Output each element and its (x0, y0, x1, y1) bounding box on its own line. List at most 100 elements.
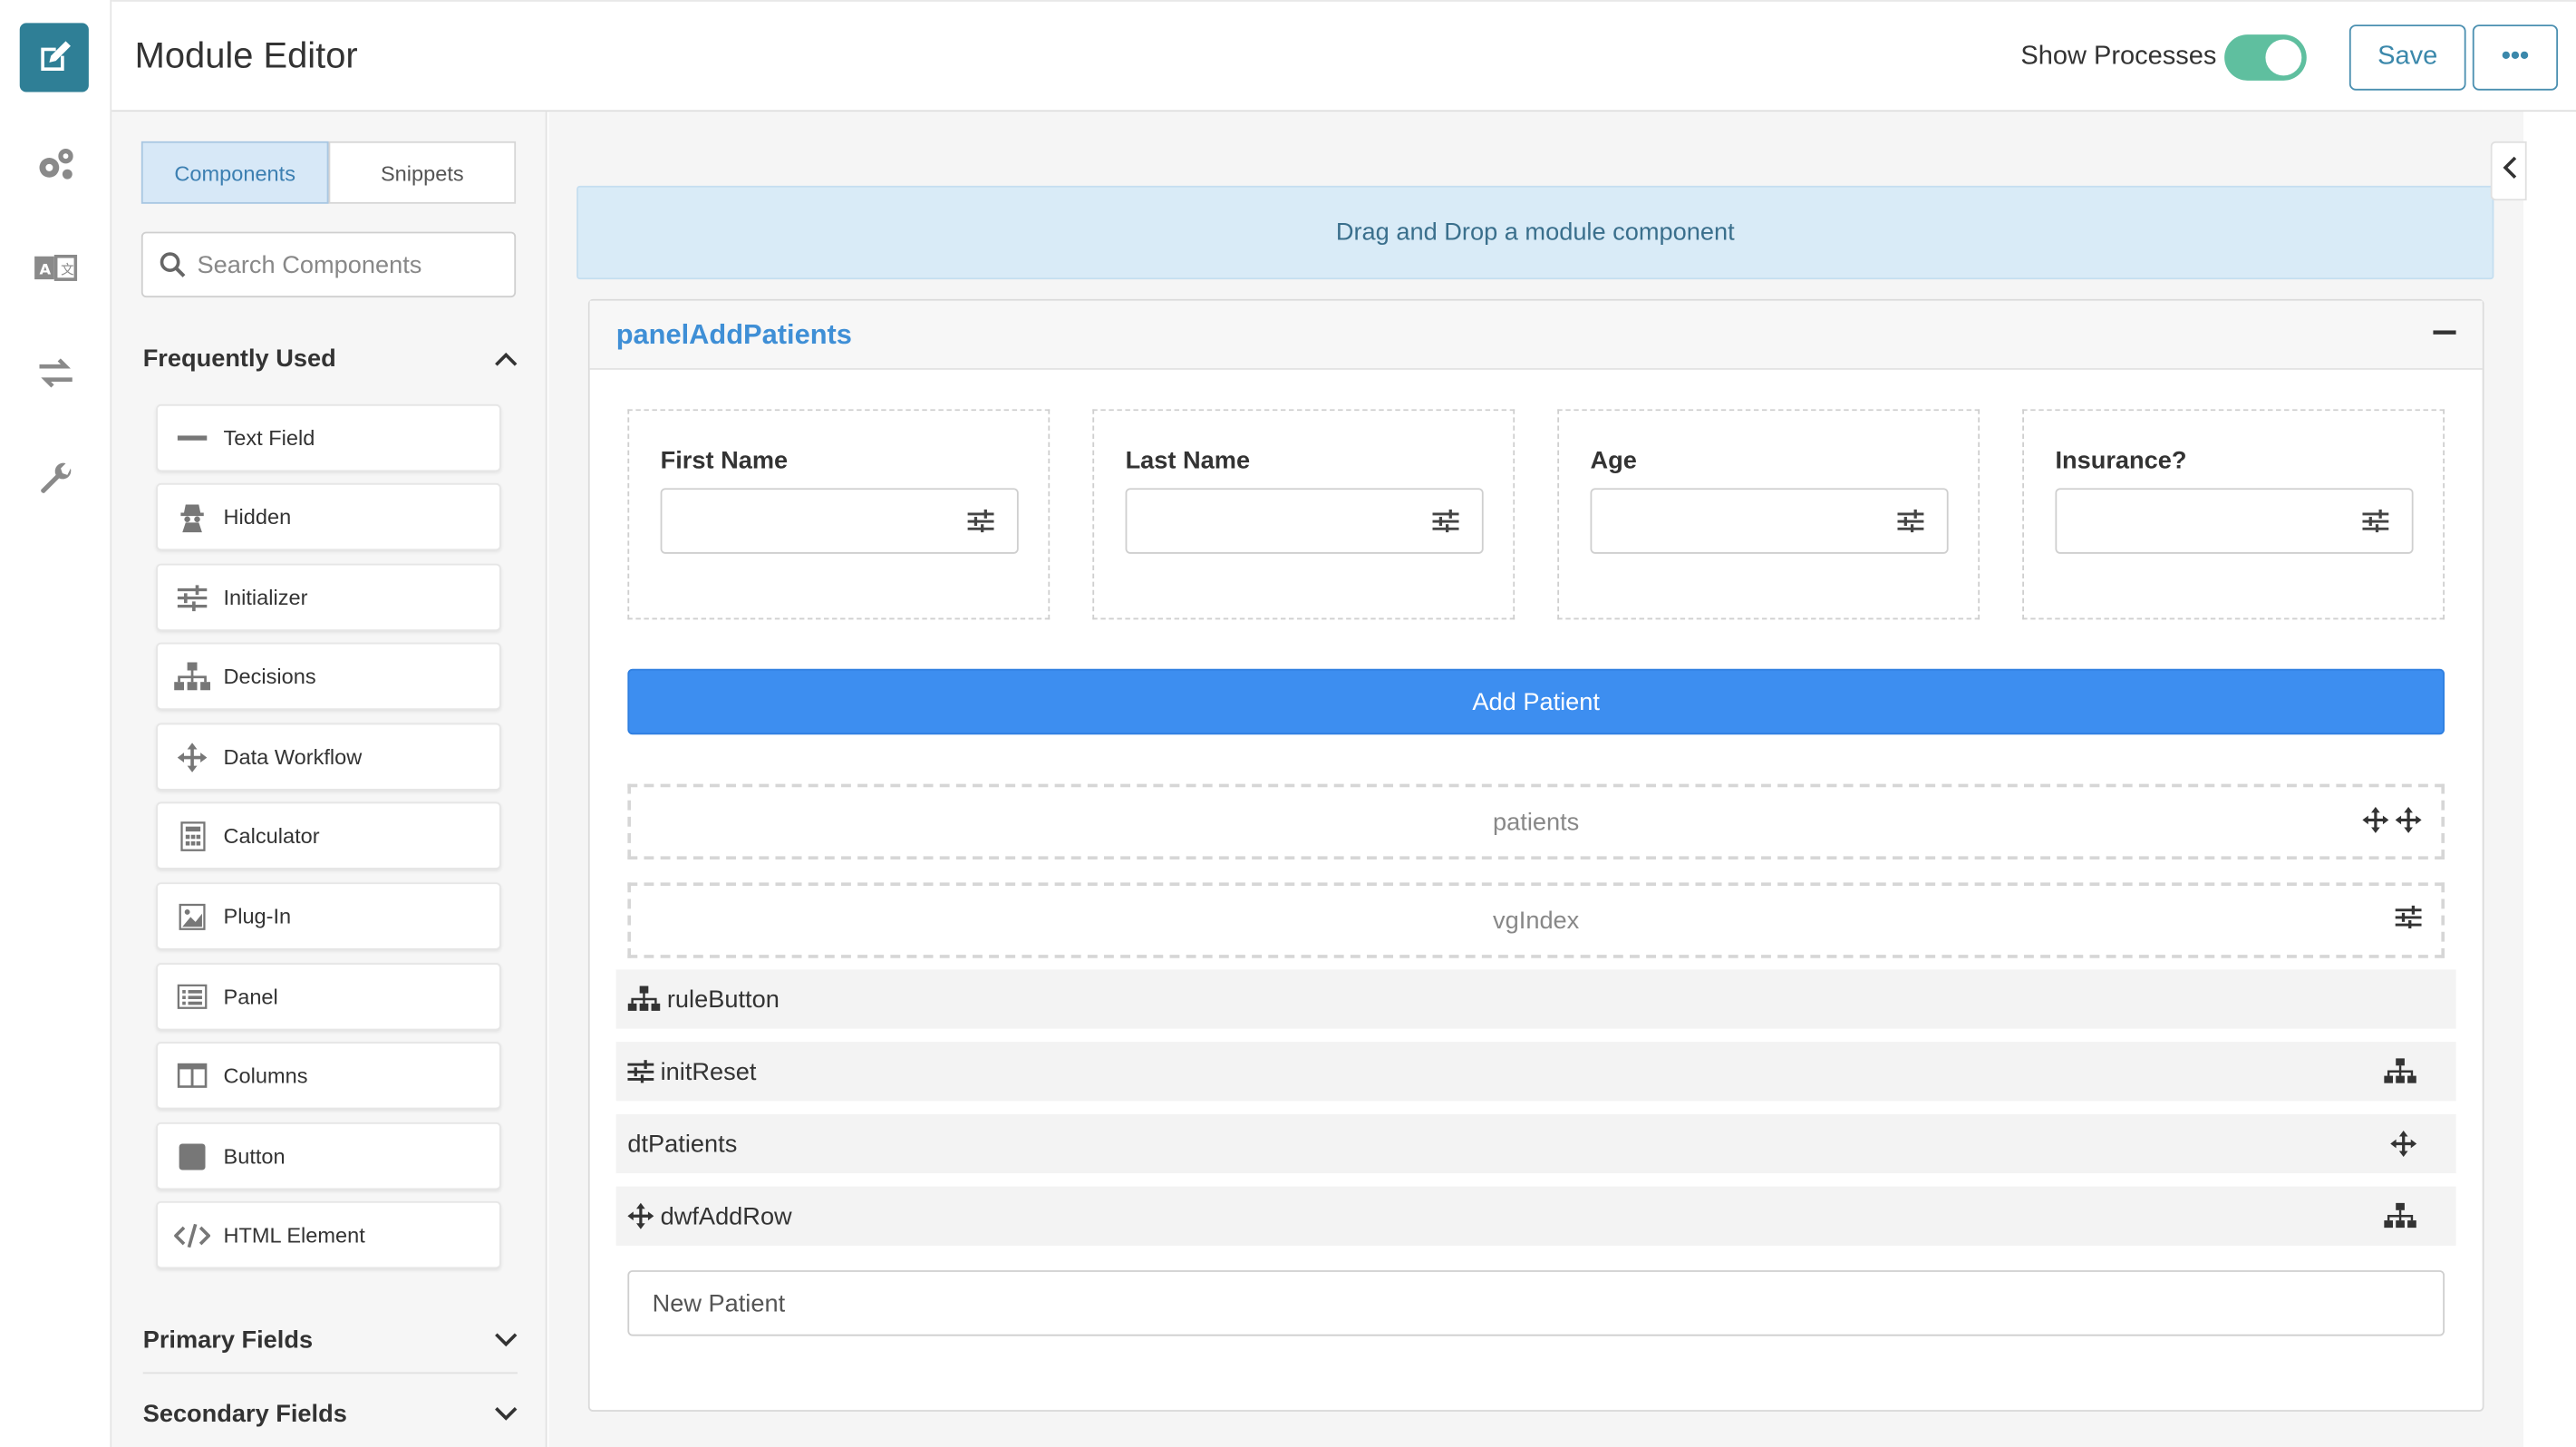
section-frequently-used[interactable]: Frequently Used (143, 334, 518, 383)
edit-icon[interactable] (19, 23, 89, 92)
show-processes-label: Show Processes (2020, 43, 2217, 71)
more-options-button[interactable]: ••• (2472, 24, 2559, 91)
search-box (140, 231, 517, 298)
field-label: First Name (660, 447, 789, 475)
field-last-name[interactable]: Last Name (1092, 409, 1516, 620)
drop-zone[interactable]: Drag and Drop a module component (576, 185, 2494, 280)
chevron-up-icon (495, 345, 518, 373)
sliders-icon (1432, 509, 1459, 540)
row-label: ruleButton (666, 985, 780, 1014)
code-icon (174, 1220, 210, 1250)
user-secret-icon (174, 502, 210, 532)
sliders-icon (2395, 905, 2422, 929)
first-name-input[interactable] (660, 488, 1019, 554)
patients-row[interactable]: patients (627, 783, 2445, 859)
component-button[interactable]: Button (156, 1122, 501, 1190)
field-insurance[interactable]: Insurance? (2022, 409, 2445, 620)
panel-header: panelAddPatients (589, 300, 2483, 370)
toggle-knob (2265, 39, 2302, 76)
component-initializer[interactable]: Initializer (156, 563, 501, 631)
row-label: dtPatients (627, 1130, 738, 1158)
sliders-icon (2362, 509, 2389, 540)
section-divider (142, 1372, 518, 1374)
columns-icon (174, 1061, 210, 1091)
svg-text:文: 文 (61, 263, 74, 278)
component-panel[interactable]: Panel (156, 963, 501, 1031)
component-label: Hidden (223, 504, 292, 529)
move-arrows-icon (174, 742, 210, 772)
age-input[interactable] (1590, 488, 1949, 554)
section-primary-fields[interactable]: Primary Fields (143, 1315, 518, 1364)
sliders-icon (967, 509, 994, 540)
component-text-field[interactable]: Text Field (156, 403, 501, 472)
process-row-rulebutton[interactable]: ruleButton (615, 969, 2456, 1029)
sitemap-icon (2384, 1202, 2416, 1229)
show-processes-toggle[interactable] (2224, 34, 2307, 81)
section-title: Primary Fields (142, 1325, 314, 1354)
collapse-panel-button[interactable] (2490, 141, 2527, 201)
component-label: Text Field (223, 425, 315, 451)
sitemap-icon (627, 986, 661, 1013)
field-label: Last Name (1125, 447, 1251, 475)
component-label: Panel (223, 984, 278, 1009)
field-first-name[interactable]: First Name (627, 409, 1051, 620)
component-plug-in[interactable]: Plug-In (156, 882, 501, 950)
new-patient-input[interactable] (629, 1271, 2444, 1335)
section-secondary-fields[interactable]: Secondary Fields (143, 1389, 518, 1438)
component-html-element[interactable]: HTML Element (156, 1200, 501, 1269)
editor-canvas: Drag and Drop a module component panelAd… (548, 112, 2523, 1447)
process-row-dwfaddrow[interactable]: dwfAddRow (615, 1186, 2456, 1246)
sitemap-icon (174, 661, 210, 692)
insurance-input[interactable] (2055, 488, 2414, 554)
add-patient-button[interactable]: Add Patient (627, 668, 2445, 735)
top-header: Module Editor Show Processes Save ••• (111, 0, 2576, 112)
panel-add-patients[interactable]: panelAddPatients First Name Last Name Ag… (587, 298, 2484, 1412)
move-arrows-icon (627, 1202, 654, 1229)
component-label: Button (223, 1143, 286, 1169)
translate-icon[interactable]: A文 (31, 243, 80, 292)
last-name-input[interactable] (1125, 488, 1484, 554)
component-label: Decisions (223, 664, 316, 689)
component-hidden[interactable]: Hidden (156, 482, 501, 551)
component-decisions[interactable]: Decisions (156, 642, 501, 710)
component-label: Calculator (223, 823, 320, 849)
image-icon (174, 901, 210, 931)
component-columns[interactable]: Columns (156, 1042, 501, 1110)
sliders-icon (1897, 509, 1924, 540)
sidebar-tabs: Components Snippets (140, 141, 517, 204)
sitemap-icon (2384, 1058, 2416, 1084)
row-label: patients (1493, 807, 1580, 836)
gears-icon[interactable] (31, 140, 80, 189)
row-label: vgIndex (1493, 906, 1580, 935)
panel-title: panelAddPatients (615, 318, 852, 351)
chevron-down-icon (495, 1326, 518, 1354)
right-panel-strip (2523, 112, 2576, 1447)
exchange-arrows-icon[interactable] (31, 348, 80, 397)
component-calculator[interactable]: Calculator (156, 801, 501, 869)
svg-text:A: A (40, 261, 52, 278)
process-row-dtpatients[interactable]: dtPatients (615, 1113, 2456, 1174)
vgindex-row[interactable]: vgIndex (627, 882, 2445, 958)
components-sidebar: Components Snippets Frequently Used Text… (111, 112, 547, 1447)
tab-components[interactable]: Components (140, 141, 329, 204)
component-data-workflow[interactable]: Data Workflow (156, 723, 501, 791)
component-label: Plug-In (223, 903, 292, 929)
search-icon (160, 251, 186, 286)
component-label: Data Workflow (223, 744, 363, 770)
process-row-initreset[interactable]: initReset (615, 1042, 2456, 1102)
minus-icon[interactable] (2433, 320, 2456, 343)
minus-icon (174, 423, 210, 453)
field-label: Insurance? (2055, 447, 2187, 475)
tab-snippets[interactable]: Snippets (328, 141, 517, 204)
section-title: Frequently Used (142, 344, 336, 373)
wrench-icon[interactable] (31, 455, 80, 504)
save-button[interactable]: Save (2348, 24, 2466, 91)
component-label: Columns (223, 1063, 308, 1088)
row-label: initReset (660, 1057, 757, 1086)
field-label: Age (1590, 447, 1637, 475)
stop-square-icon (174, 1141, 210, 1171)
app-root: A文 Module Editor Show Processes Save •••… (0, 0, 2576, 1447)
field-age[interactable]: Age (1557, 409, 1980, 620)
calculator-icon (174, 821, 210, 850)
search-input[interactable] (197, 233, 509, 296)
